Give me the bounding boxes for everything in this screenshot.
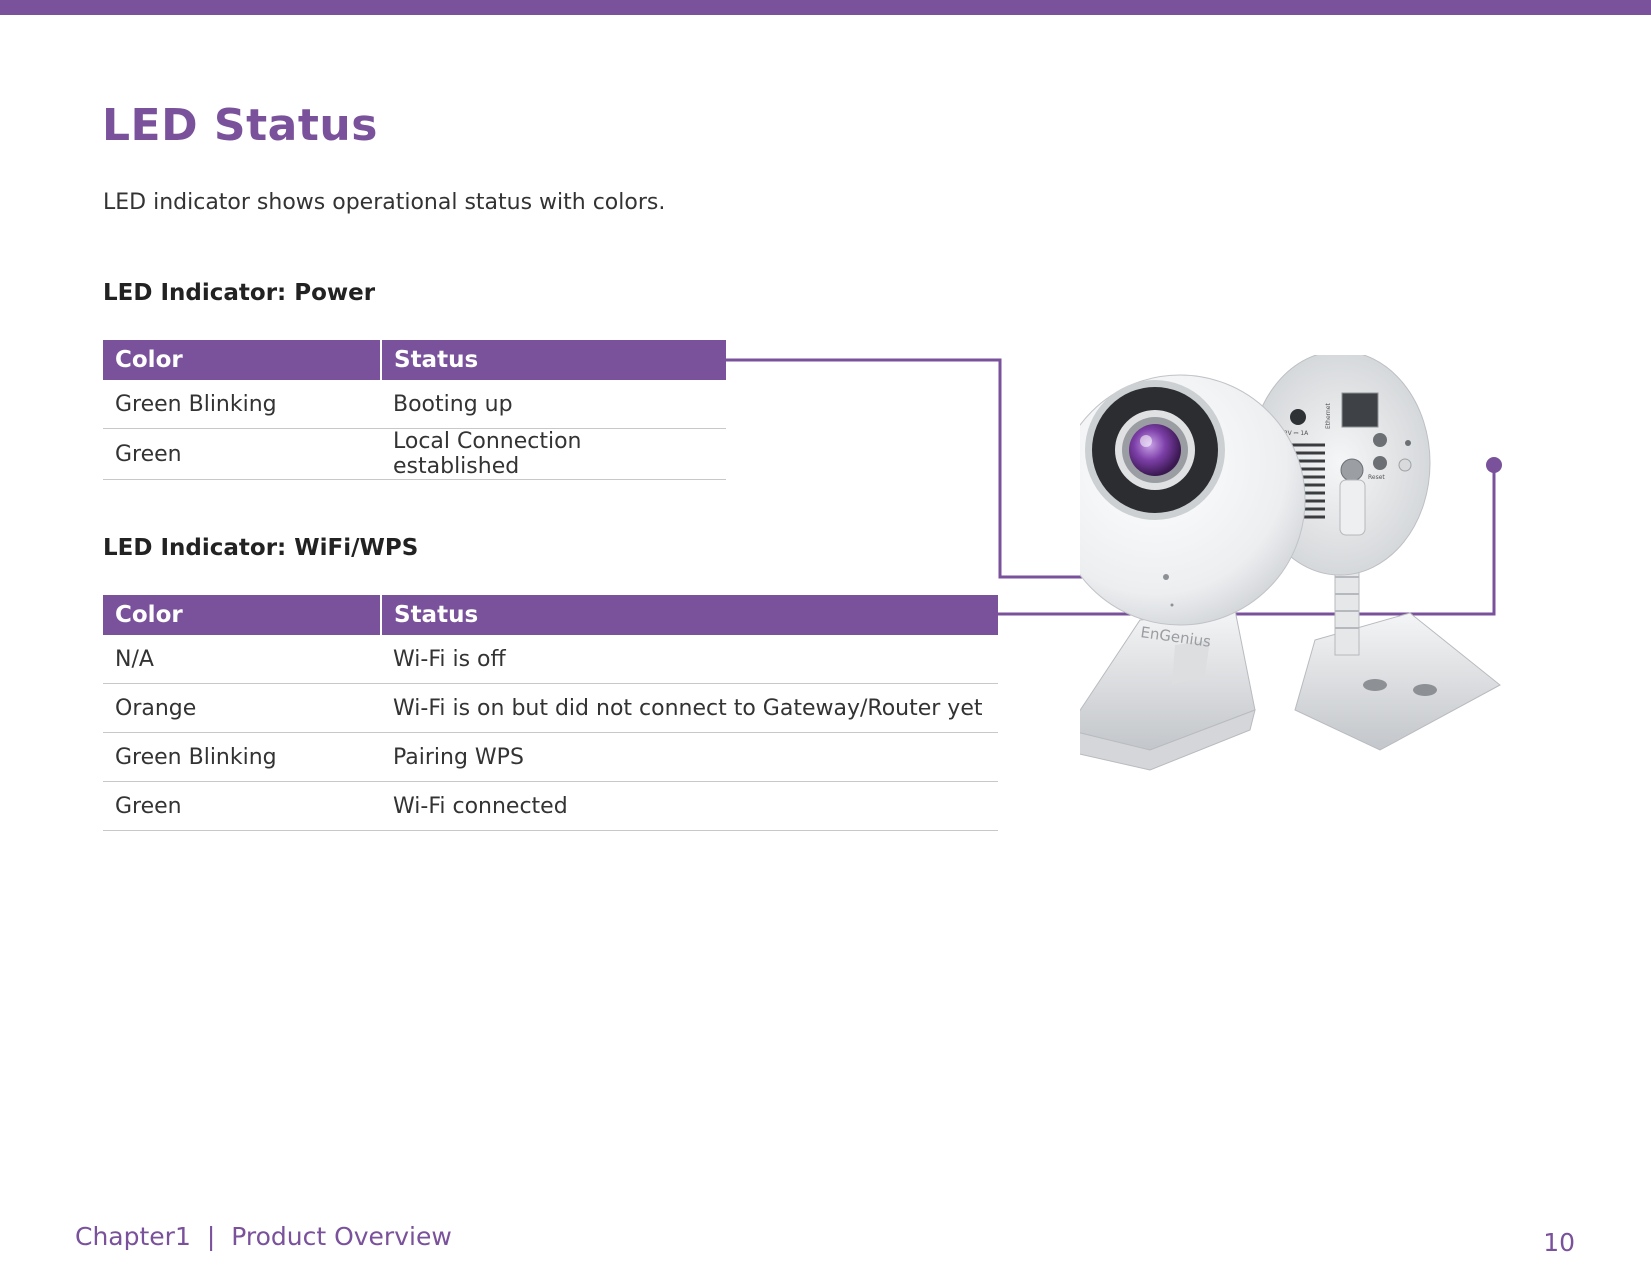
camera-front-sphere: EnGenius [1080, 374, 1306, 651]
page-title: LED Status [102, 100, 378, 151]
top-accent-bar [0, 0, 1651, 15]
led-color-cell: Green [103, 428, 381, 480]
led-color-cell: Green Blinking [103, 732, 381, 782]
power-led-icon [1163, 574, 1169, 580]
power-section-heading: LED Indicator: Power [103, 280, 376, 306]
ethernet-label: Ethernet [1325, 403, 1332, 429]
ethernet-port-icon [1341, 392, 1379, 428]
led-status-cell: Booting up [381, 380, 726, 429]
section-name: Product Overview [231, 1222, 452, 1251]
led-color-cell: Green Blinking [103, 380, 381, 429]
chapter-name: Chapter1 [75, 1222, 191, 1251]
footer-separator: | [206, 1222, 216, 1251]
wifi-led-icon [1405, 440, 1411, 446]
column-header-color: Color [103, 340, 381, 380]
table-header-row: Color Status [103, 595, 998, 635]
power-led-table: Color Status Green Blinking Booting up G… [103, 340, 726, 480]
led-color-cell: Orange [103, 683, 381, 733]
led-color-cell: Green [103, 781, 381, 831]
reset-label: Reset [1368, 474, 1385, 481]
intro-text: LED indicator shows operational status w… [103, 190, 666, 215]
table-row: Green Blinking Pairing WPS [103, 732, 998, 782]
page-number: 10 [1543, 1228, 1575, 1257]
table-row: Green Local Connection established [103, 428, 726, 480]
column-header-status: Status [380, 595, 998, 635]
table-row: Green Blinking Booting up [103, 380, 726, 429]
table-header-row: Color Status [103, 340, 726, 380]
column-header-status: Status [380, 340, 726, 380]
led-status-cell: Wi-Fi is off [381, 635, 998, 684]
table-row: Green Wi-Fi connected [103, 781, 998, 831]
led-status-cell: Local Connection established [381, 428, 726, 480]
led-status-cell: Wi-Fi is on but did not connect to Gatew… [381, 683, 998, 733]
column-header-color: Color [103, 595, 381, 635]
footer-chapter-label: Chapter1 | Product Overview [75, 1222, 452, 1251]
table-row: N/A Wi-Fi is off [103, 635, 998, 684]
led-status-cell: Pairing WPS [381, 732, 998, 782]
wifi-section-heading: LED Indicator: WiFi/WPS [103, 535, 419, 561]
camera-product-image: 12V ⎓ 1A Ethernet Reset EnGenius [1080, 355, 1501, 771]
led-status-cell: Wi-Fi connected [381, 781, 998, 831]
table-row: Orange Wi-Fi is on but did not connect t… [103, 683, 998, 733]
camera-lens-icon [1129, 424, 1181, 476]
wifi-led-table: Color Status N/A Wi-Fi is off Orange Wi-… [103, 595, 998, 831]
led-color-cell: N/A [103, 635, 381, 684]
